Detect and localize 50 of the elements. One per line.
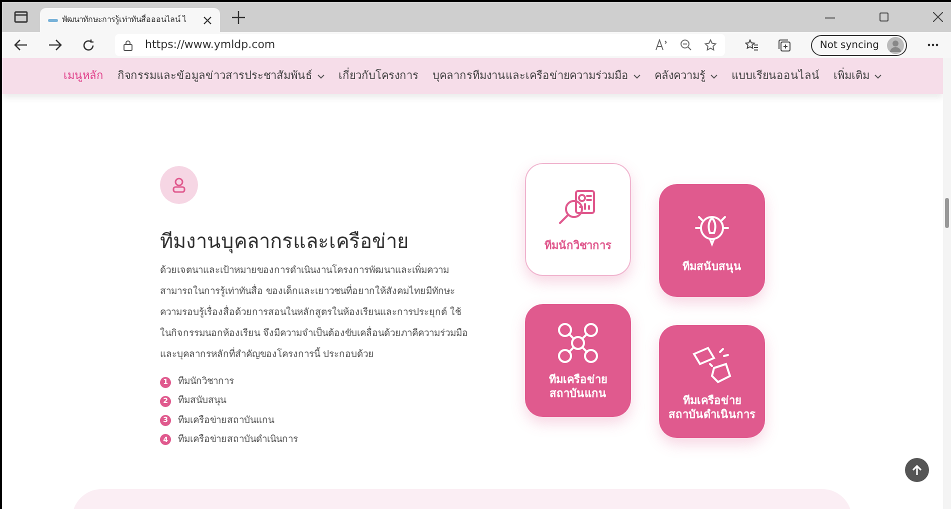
- card-label: ทีมสนับสนุน: [682, 260, 742, 274]
- people-network-icon: [556, 320, 600, 364]
- back-arrow-icon[interactable]: [14, 39, 28, 51]
- card-label: สถาบันดำเนินการ: [668, 408, 756, 422]
- card-label: ทีมนักวิชาการ: [544, 238, 612, 252]
- tab-title: พัฒนาทักษะการรู้เท่าทันสื่อออนไลน์ ไ: [62, 14, 188, 26]
- tab-actions-icon: [14, 10, 28, 24]
- star-add-icon[interactable]: [704, 38, 717, 52]
- browser-tab[interactable]: พัฒนาทักษะการรู้เท่าทันสื่อออนไลน์ ไ: [40, 8, 220, 32]
- arrow-up-icon: [912, 464, 922, 476]
- nav-item[interactable]: เกี่ยวกับโครงการ: [338, 68, 418, 84]
- person-icon: [172, 177, 186, 193]
- url-text: https://www.ymldp.com: [145, 36, 276, 53]
- favorites-icon[interactable]: [744, 39, 758, 51]
- close-icon[interactable]: [933, 12, 943, 22]
- new-tab-icon[interactable]: [232, 10, 245, 24]
- nav-item[interactable]: คลังความรู้: [654, 68, 718, 84]
- close-icon[interactable]: [203, 16, 212, 24]
- scrollbar[interactable]: [943, 58, 951, 509]
- scroll-top-button[interactable]: [905, 458, 929, 482]
- nav-item[interactable]: บุคลากรทีมงานและเครือข่ายความร่วมมือ: [432, 68, 640, 84]
- section-heading: ทีมงานบุคลากรและเครือข่าย: [160, 228, 410, 256]
- address-field[interactable]: https://www.ymldp.com: [115, 34, 725, 56]
- more-icon[interactable]: [927, 43, 939, 47]
- profile-avatar-icon: [887, 36, 904, 54]
- list-item: ทีมเครือข่ายสถาบันดำเนินการ: [178, 432, 298, 447]
- maximize-icon[interactable]: [879, 12, 889, 22]
- list-item: ทีมสนับสนุน: [178, 394, 226, 408]
- chevron-down-icon: [874, 74, 882, 78]
- section-paragraph: ด้วยเจตนาและเป้าหมายของการดำเนินงานโครงการพัฒนาและเพิ่มความสามารถในการรู้เท่าทันสื่อ ของเด็กและเยาวชนที่อยากให้สังคมไทยมีทักษะความรอบรู้เรื่องสื่อด้วยการสอนในหลักสูตรในห้องเรียนและการประยุกต์ ใช้ในกิจกรรมนอกห้องเรียน จึงมีความจำเป็นต้องขับเคลื่อนด้วยภาคีความร่วมมือและบุคลากรหลักที่สำคัญของโครงการนี้ ประกอบด้วย: [160, 262, 470, 362]
- card-label: สถาบันแกน: [550, 386, 606, 400]
- list-item: ทีมนักวิชาการ: [178, 375, 234, 389]
- chevron-down-icon: [710, 74, 718, 78]
- nav-item[interactable]: เพิ่มเติม: [834, 68, 882, 84]
- scrollbar-thumb[interactable]: [945, 198, 949, 228]
- nav-item[interactable]: แบบเรียนออนไลน์: [732, 68, 820, 84]
- list-item: ทีมเครือข่ายสถาบันแกน: [178, 414, 274, 428]
- card-label: ทีมเครือข่าย: [549, 372, 607, 386]
- sync-button[interactable]: Not syncing: [810, 34, 907, 56]
- chevron-down-icon: [316, 74, 324, 78]
- site-favicon: [48, 18, 58, 22]
- lock-icon: [123, 40, 133, 50]
- forward-arrow-icon[interactable]: [48, 39, 62, 51]
- card-label: ทีมเครือข่าย: [683, 394, 741, 408]
- refresh-icon[interactable]: [82, 38, 95, 52]
- nav-item[interactable]: กิจกรรมและข้อมูลข่าวสารประชาสัมพันธ์: [118, 68, 324, 84]
- zoom-out-icon[interactable]: [680, 39, 692, 51]
- collections-icon[interactable]: [778, 38, 791, 52]
- chevron-down-icon: [632, 74, 640, 78]
- read-aloud-icon[interactable]: [654, 39, 668, 51]
